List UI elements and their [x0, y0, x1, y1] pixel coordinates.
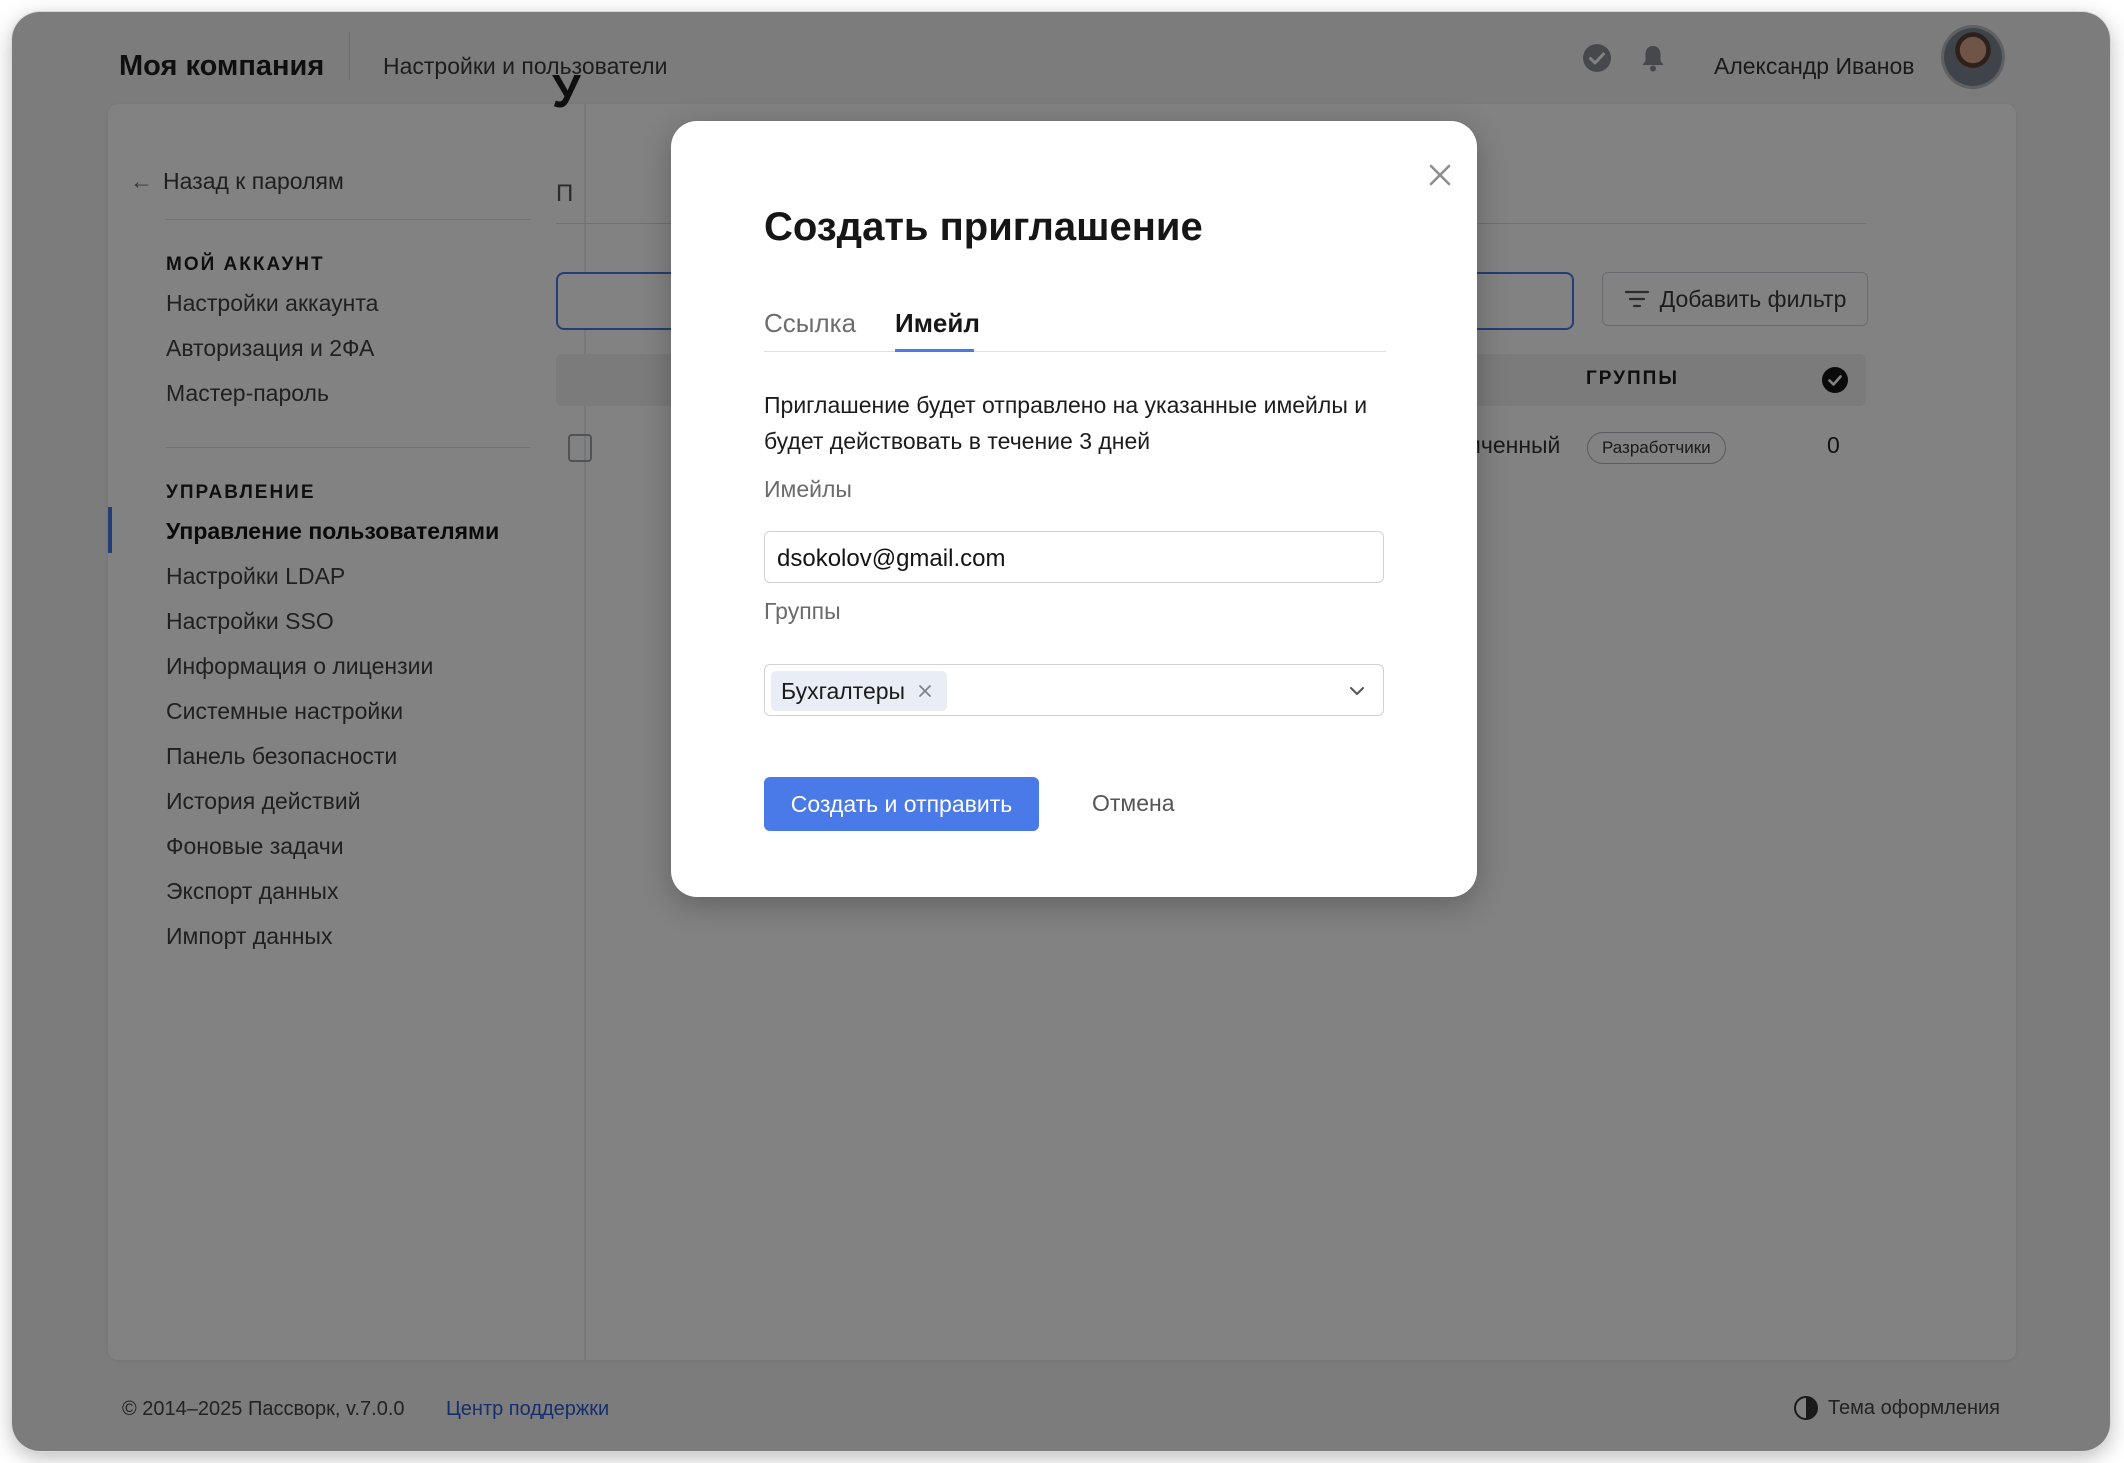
cancel-button[interactable]: Отмена [1092, 790, 1175, 817]
remove-chip-close-icon[interactable] [917, 683, 933, 699]
chevron-down-icon[interactable] [1347, 681, 1367, 701]
groups-select[interactable]: Бухгалтеры [764, 664, 1384, 716]
invite-description: Приглашение будет отправлено на указанны… [764, 392, 1368, 454]
create-and-send-button[interactable]: Создать и отправить [764, 777, 1039, 831]
emails-label: Имейлы [764, 476, 852, 502]
tabs-divider [764, 351, 1386, 352]
emails-input[interactable]: dsokolov@gmail.com [764, 531, 1384, 583]
tab-email[interactable]: Имейл [895, 308, 980, 339]
close-icon[interactable] [1424, 159, 1456, 191]
dialog-title: Создать приглашение [764, 205, 1203, 249]
app-window: Моя компания Настройки и пользователи Ал… [12, 12, 2110, 1451]
create-invite-dialog: Создать приглашение Ссылка Имейл Приглаш… [671, 121, 1477, 897]
tab-link[interactable]: Ссылка [764, 308, 856, 339]
group-chip-label: Бухгалтеры [781, 677, 906, 704]
groups-label: Группы [764, 598, 841, 624]
group-chip: Бухгалтеры [771, 671, 948, 711]
active-tab-indicator [895, 349, 974, 352]
emails-input-value: dsokolov@gmail.com [777, 545, 1006, 572]
